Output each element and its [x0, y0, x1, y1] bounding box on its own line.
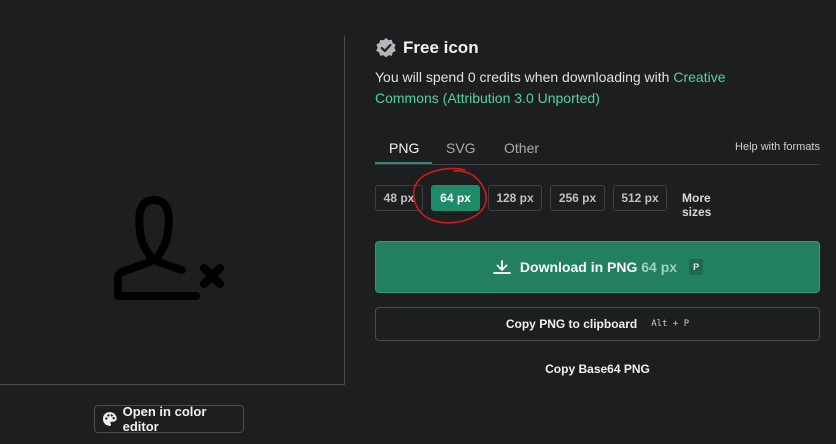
download-panel: Free icon You will spend 0 credits when … [375, 36, 820, 376]
license-link-part2[interactable]: Commons (Attribution 3.0 Unported) [375, 90, 600, 106]
more-sizes-link[interactable]: More sizes [682, 191, 711, 219]
download-size-label: 64 px [641, 259, 678, 275]
size-128px-button[interactable]: 128 px [488, 185, 542, 211]
color-editor-label: Open in color editor [122, 404, 207, 434]
tab-other[interactable]: Other [504, 140, 539, 156]
size-48px-button[interactable]: 48 px [375, 185, 423, 211]
remove-user-icon [114, 196, 224, 300]
page-title: Free icon [403, 38, 479, 57]
license-sentence: You will spend 0 credits when downloadin… [375, 69, 674, 85]
size-256px-button[interactable]: 256 px [550, 185, 605, 211]
download-icon [493, 260, 511, 274]
license-link-part1[interactable]: Creative [673, 69, 725, 85]
size-64px-button[interactable]: 64 px [431, 185, 480, 211]
download-shortcut-key: P [689, 259, 704, 275]
icon-preview-panel [0, 36, 345, 385]
palette-icon [102, 412, 117, 426]
verified-badge-icon [376, 38, 396, 58]
license-text: You will spend 0 credits when downloadin… [375, 67, 820, 109]
tab-svg[interactable]: SVG [446, 140, 476, 156]
title-row: Free icon [375, 36, 820, 60]
copy-png-shortcut: Alt + P [651, 319, 690, 329]
format-tabs: PNG SVG Other Help with formats [375, 132, 820, 165]
active-tab-indicator [375, 162, 432, 164]
help-with-formats-link[interactable]: Help with formats [735, 141, 820, 153]
download-format-label: Download in PNG [519, 259, 638, 275]
copy-png-to-clipboard-button[interactable]: Copy PNG to clipboard Alt + P [375, 307, 820, 341]
copy-png-label: Copy PNG to clipboard [505, 317, 638, 331]
copy-base64-png-button[interactable]: Copy Base64 PNG [375, 362, 820, 376]
download-png-button[interactable]: Download in PNG 64 px P [375, 241, 820, 293]
download-label: Download in PNG 64 px [520, 259, 677, 275]
open-color-editor-button[interactable]: Open in color editor [94, 404, 244, 434]
size-512px-button[interactable]: 512 px [613, 185, 667, 211]
tab-png[interactable]: PNG [389, 140, 419, 156]
